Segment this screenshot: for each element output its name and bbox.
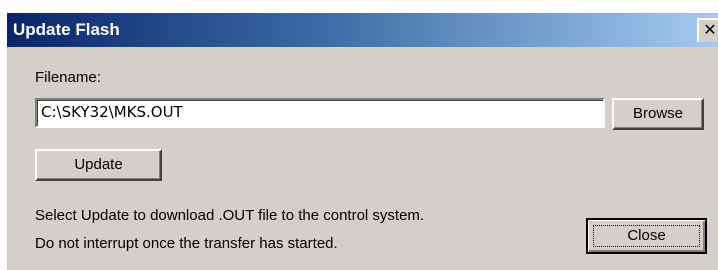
close-window-icon[interactable]: ✕	[697, 18, 718, 42]
update-button[interactable]: Update	[35, 149, 162, 181]
close-button[interactable]: Close	[586, 218, 707, 254]
window-title: Update Flash	[13, 20, 120, 39]
browse-button[interactable]: Browse	[612, 98, 704, 130]
info-line-1: Select Update to download .OUT file to t…	[35, 207, 425, 224]
close-button-label: Close	[627, 227, 666, 244]
browse-button-label: Browse	[632, 105, 684, 122]
update-button-label: Update	[74, 156, 123, 173]
filename-label: Filename:	[35, 69, 101, 86]
filename-input[interactable]: C:\SKY32\MKS.OUT	[35, 98, 605, 128]
title-bar[interactable]: Update Flash ✕	[7, 13, 718, 47]
update-flash-dialog: Update Flash ✕ Filename: C:\SKY32\MKS.OU…	[6, 12, 718, 270]
info-line-2: Do not interrupt once the transfer has s…	[35, 235, 338, 252]
